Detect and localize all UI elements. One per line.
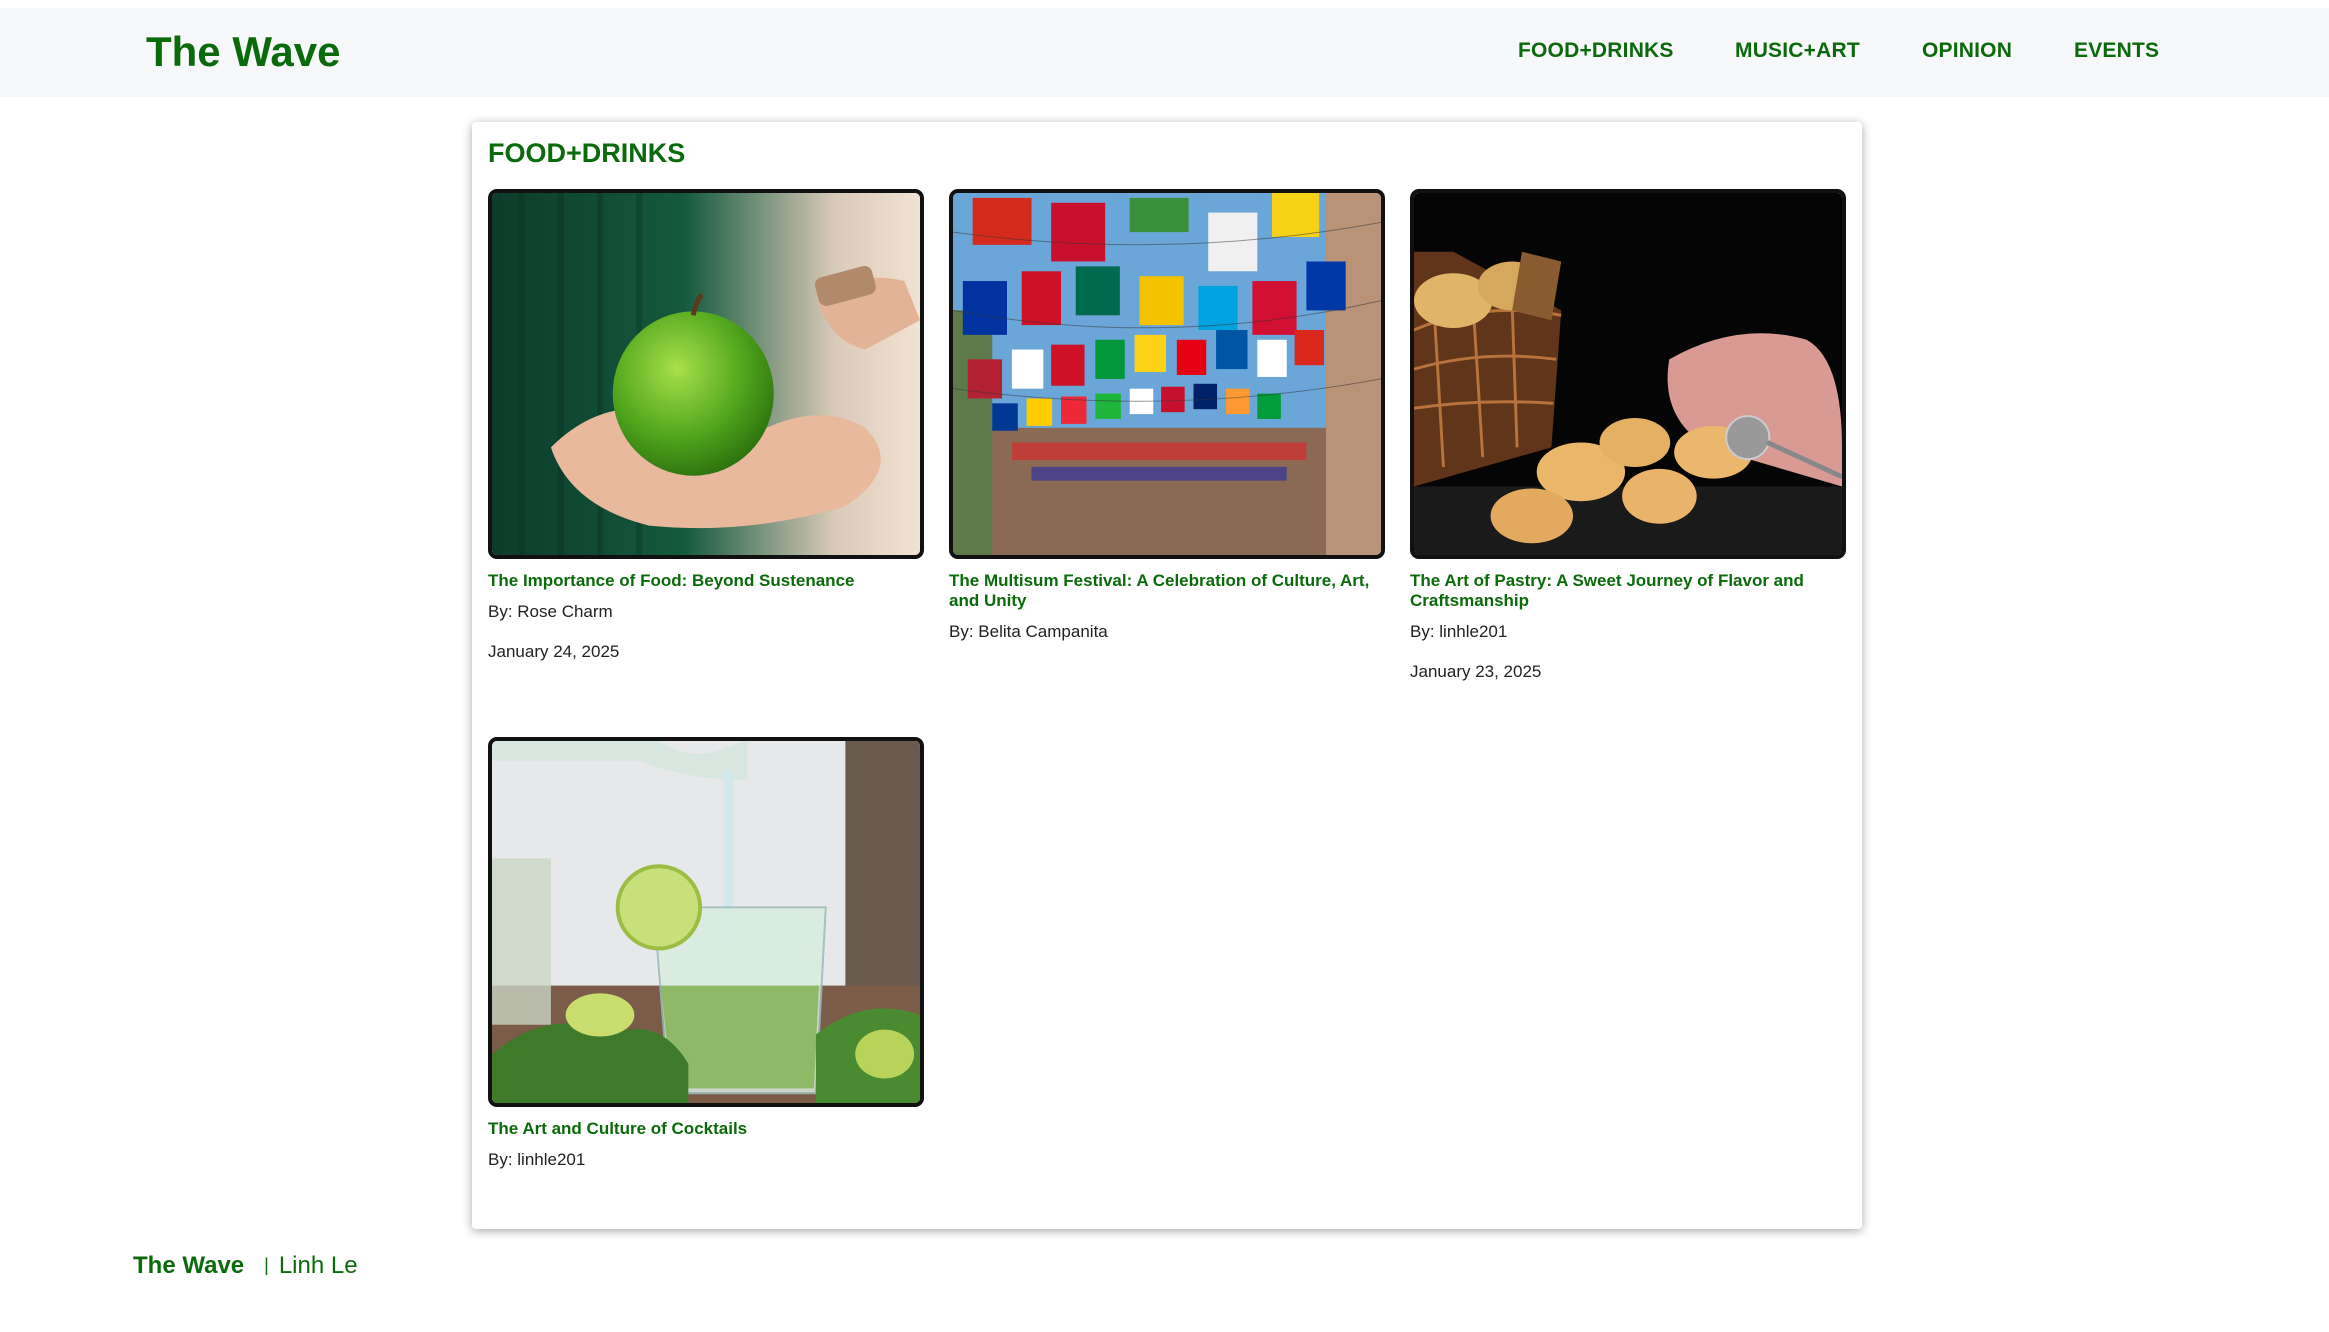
article-title-link[interactable]: The Importance of Food: Beyond Sustenanc… (488, 571, 924, 591)
nav-events[interactable]: EVENTS (2074, 39, 2159, 63)
article-author: By: linhle201 (1410, 622, 1508, 641)
nav-opinion[interactable]: OPINION (1922, 39, 2012, 63)
article-date: January 24, 2025 (488, 642, 620, 661)
article-author: By: linhle201 (488, 1150, 586, 1169)
footer-author: Linh Le (278, 1252, 358, 1279)
content-card: FOOD+DRINKS The Importance of Food: Beyo… (472, 122, 1862, 1229)
street-flags-image (953, 193, 1381, 555)
article-date: January 23, 2025 (1410, 662, 1542, 681)
nav-music-art[interactable]: MUSIC+ART (1735, 39, 1860, 63)
footer-brand: The Wave (133, 1252, 245, 1279)
site-brand-link[interactable]: The Wave (146, 28, 341, 76)
pastry-basket-image (1414, 193, 1842, 555)
article-card: The Multisum Festival: A Celebration of … (949, 189, 1385, 642)
article-author: By: Belita Campanita (949, 622, 1108, 641)
section-title: FOOD+DRINKS (488, 138, 686, 168)
article-card: The Art and Culture of Cocktails By: lin… (488, 737, 924, 1170)
article-thumbnail[interactable] (949, 189, 1385, 559)
footer: The Wave | Linh Le (133, 1252, 358, 1280)
green-apple-in-hands-image (492, 193, 920, 555)
article-thumbnail[interactable] (488, 189, 924, 559)
article-title-link[interactable]: The Art and Culture of Cocktails (488, 1119, 924, 1139)
top-navbar: The Wave FOOD+DRINKS MUSIC+ART OPINION E… (0, 8, 2329, 97)
nav-food-drinks[interactable]: FOOD+DRINKS (1518, 39, 1674, 63)
article-title-link[interactable]: The Art of Pastry: A Sweet Journey of Fl… (1410, 571, 1846, 611)
article-author: By: Rose Charm (488, 602, 613, 621)
article-card: The Importance of Food: Beyond Sustenanc… (488, 189, 924, 662)
article-title-link[interactable]: The Multisum Festival: A Celebration of … (949, 571, 1385, 611)
footer-separator: | (264, 1255, 269, 1275)
article-card: The Art of Pastry: A Sweet Journey of Fl… (1410, 189, 1846, 682)
mojito-cocktail-image (492, 741, 920, 1103)
article-thumbnail[interactable] (1410, 189, 1846, 559)
article-thumbnail[interactable] (488, 737, 924, 1107)
